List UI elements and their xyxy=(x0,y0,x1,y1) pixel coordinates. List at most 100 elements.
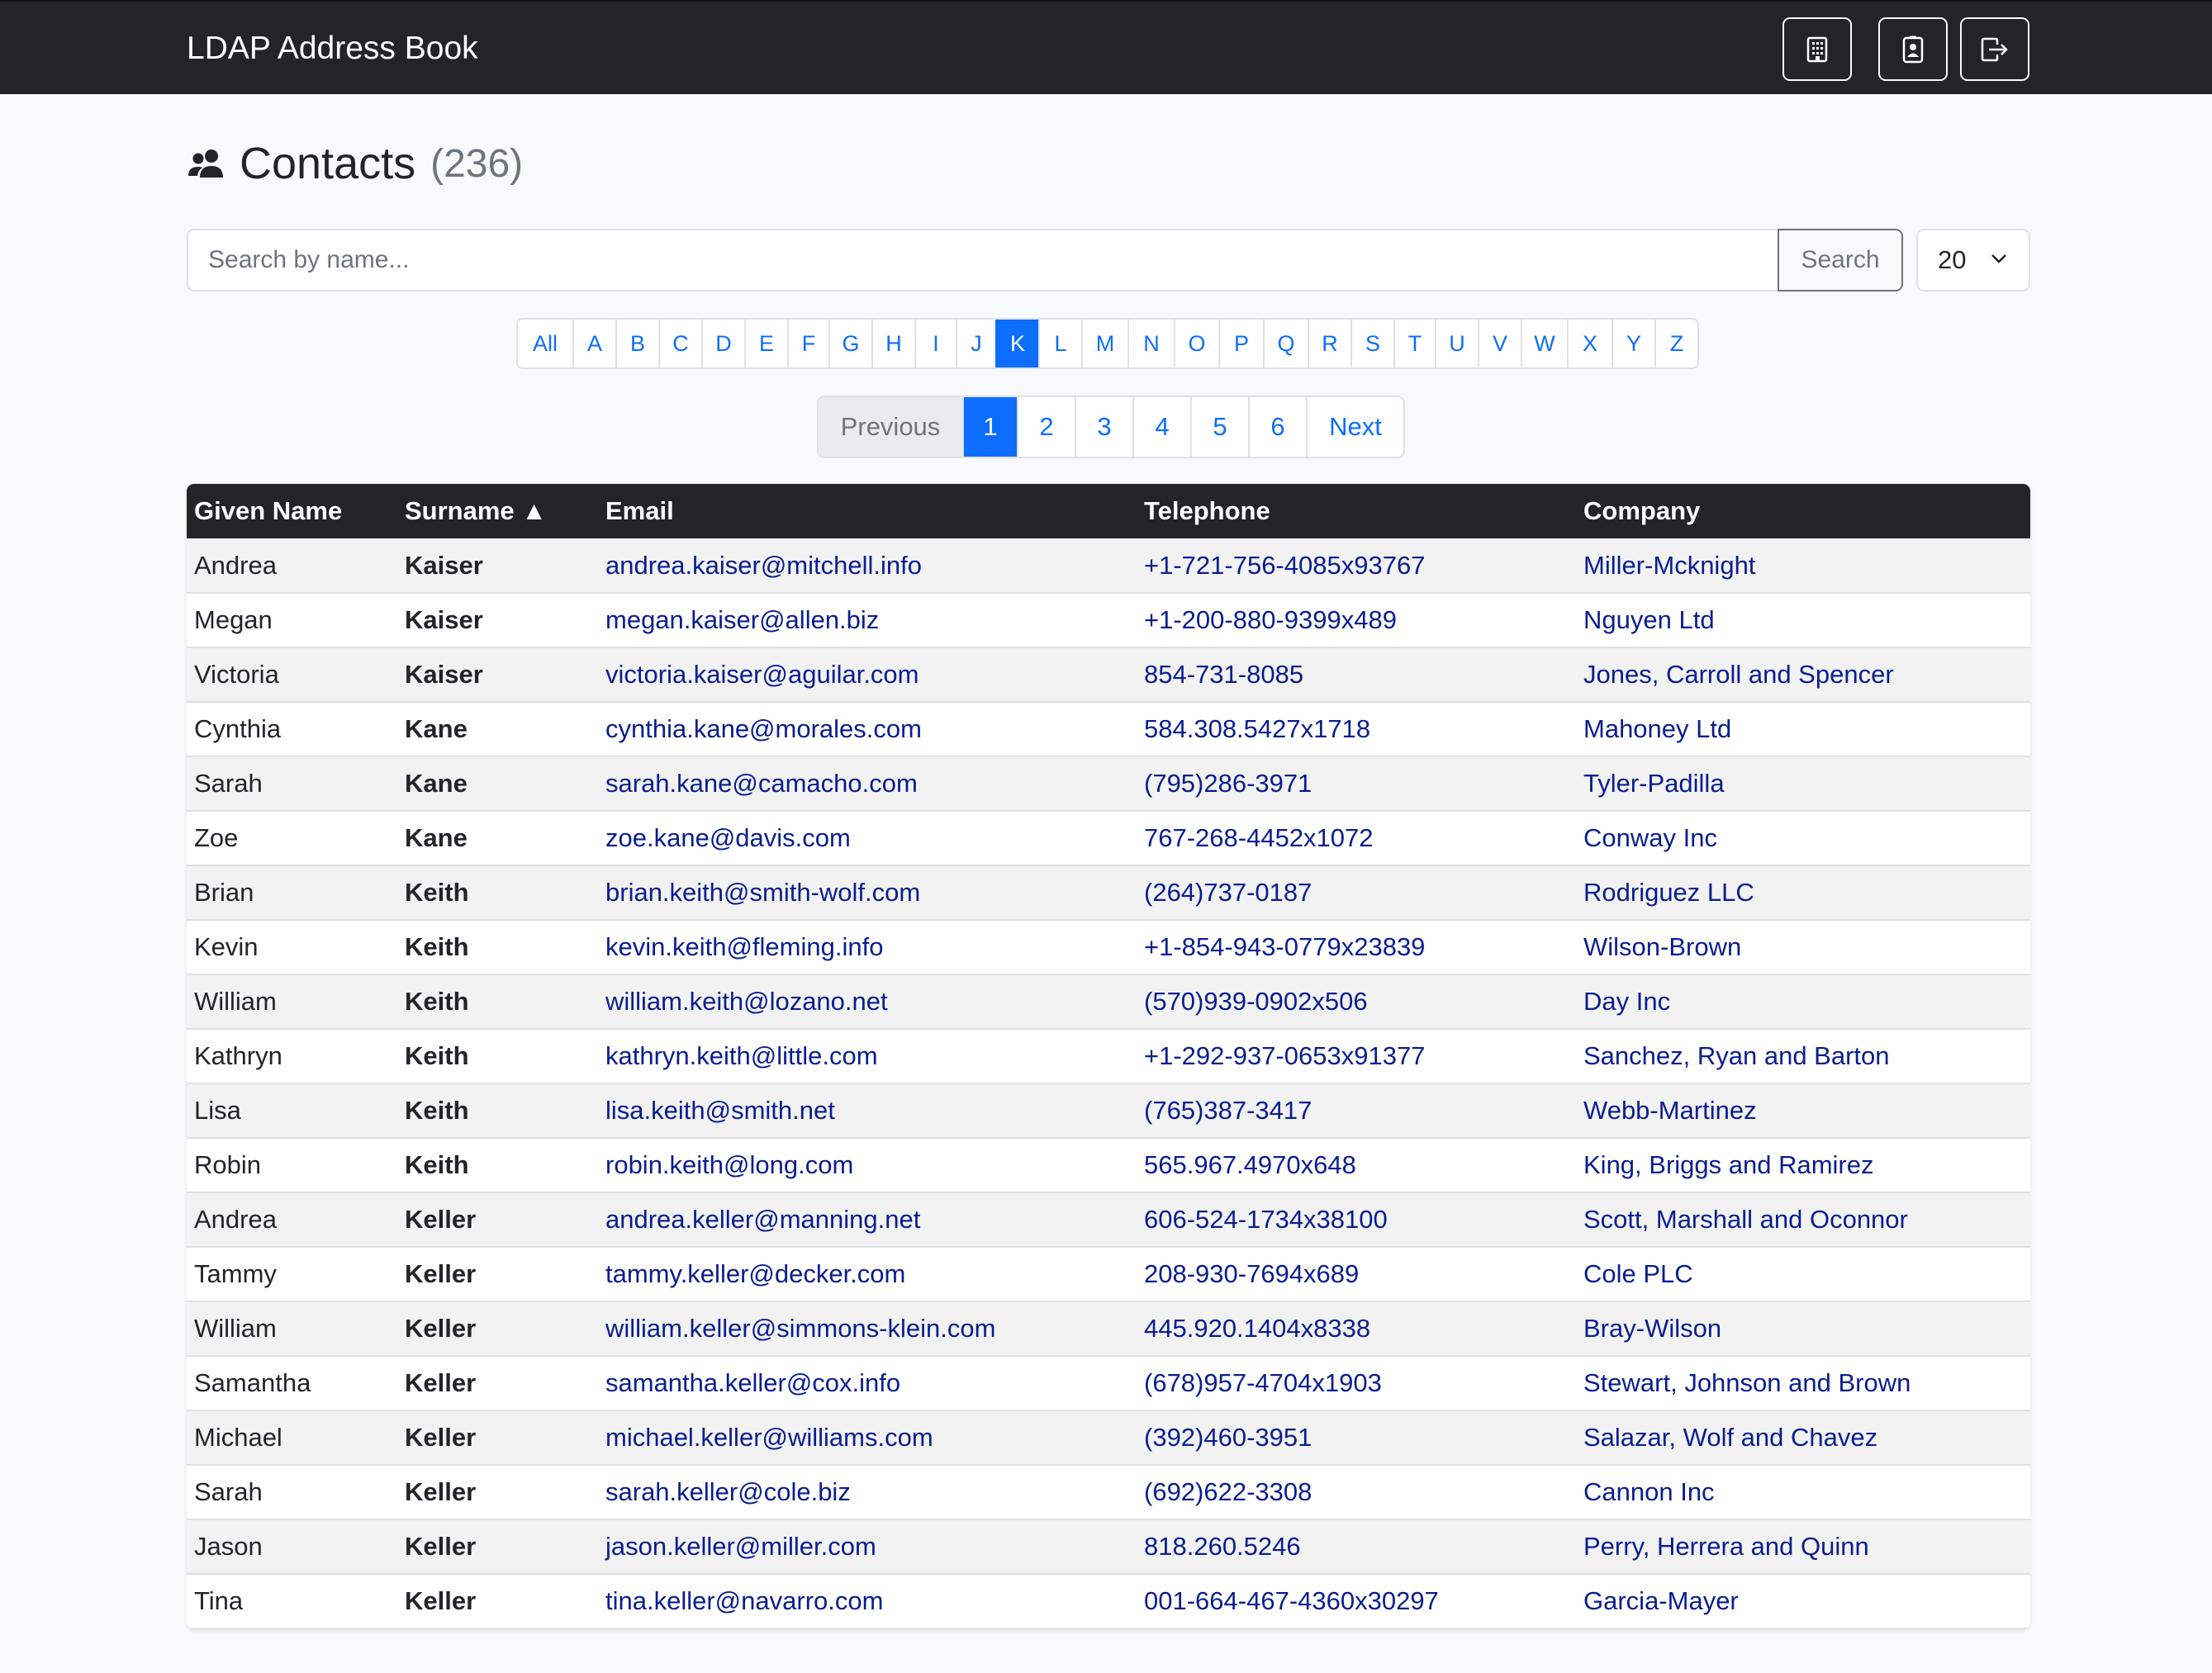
letter-filter-a[interactable]: A xyxy=(572,320,615,367)
email-link[interactable]: robin.keith@long.com xyxy=(598,1138,1137,1192)
telephone-link[interactable]: 208-930-7694x689 xyxy=(1137,1247,1576,1301)
search-button[interactable]: Search xyxy=(1778,229,1903,291)
letter-filter-j[interactable]: J xyxy=(956,320,995,367)
company-link[interactable]: Miller-Mcknight xyxy=(1576,538,2030,593)
letter-filter-e[interactable]: E xyxy=(744,320,787,367)
telephone-link[interactable]: +1-292-937-0653x91377 xyxy=(1137,1029,1576,1083)
email-link[interactable]: tammy.keller@decker.com xyxy=(598,1247,1137,1301)
email-link[interactable]: jason.keller@miller.com xyxy=(598,1519,1137,1574)
letter-filter-i[interactable]: I xyxy=(914,320,956,367)
company-link[interactable]: Bray-Wilson xyxy=(1576,1301,2030,1356)
telephone-link[interactable]: 584.308.5427x1718 xyxy=(1137,702,1576,756)
company-link[interactable]: Cole PLC xyxy=(1576,1247,2030,1301)
col-email[interactable]: Email xyxy=(598,484,1137,538)
letter-filter-w[interactable]: W xyxy=(1521,320,1567,367)
letter-filter-f[interactable]: F xyxy=(787,320,828,367)
telephone-link[interactable]: 001-664-467-4360x30297 xyxy=(1137,1574,1576,1628)
letter-filter-z[interactable]: Z xyxy=(1654,320,1697,367)
next-page-button[interactable]: Next xyxy=(1306,397,1403,457)
search-input[interactable] xyxy=(187,229,1778,291)
company-link[interactable]: Sanchez, Ryan and Barton xyxy=(1576,1029,2030,1083)
email-link[interactable]: andrea.keller@manning.net xyxy=(598,1192,1137,1247)
page-button-2[interactable]: 2 xyxy=(1017,397,1075,457)
telephone-link[interactable]: (264)737-0187 xyxy=(1137,865,1576,920)
company-link[interactable]: Scott, Marshall and Oconnor xyxy=(1576,1192,2030,1247)
email-link[interactable]: kathryn.keith@little.com xyxy=(598,1029,1137,1083)
telephone-link[interactable]: (392)460-3951 xyxy=(1137,1410,1576,1465)
email-link[interactable]: zoe.kane@davis.com xyxy=(598,811,1137,865)
company-link[interactable]: Stewart, Johnson and Brown xyxy=(1576,1356,2030,1410)
letter-filter-d[interactable]: D xyxy=(701,320,744,367)
telephone-link[interactable]: 565.967.4970x648 xyxy=(1137,1138,1576,1192)
letter-filter-k[interactable]: K xyxy=(995,320,1038,367)
telephone-link[interactable]: 818.260.5246 xyxy=(1137,1519,1576,1574)
page-button-3[interactable]: 3 xyxy=(1075,397,1132,457)
telephone-link[interactable]: +1-721-756-4085x93767 xyxy=(1137,538,1576,593)
company-link[interactable]: Wilson-Brown xyxy=(1576,920,2030,974)
page-button-1[interactable]: 1 xyxy=(962,397,1017,457)
company-link[interactable]: Conway Inc xyxy=(1576,811,2030,865)
company-link[interactable]: Perry, Herrera and Quinn xyxy=(1576,1519,2030,1574)
letter-filter-x[interactable]: X xyxy=(1567,320,1612,367)
telephone-link[interactable]: +1-200-880-9399x489 xyxy=(1137,593,1576,647)
telephone-link[interactable]: (765)387-3417 xyxy=(1137,1083,1576,1138)
email-link[interactable]: samantha.keller@cox.info xyxy=(598,1356,1137,1410)
company-link[interactable]: Mahoney Ltd xyxy=(1576,702,2030,756)
email-link[interactable]: brian.keith@smith-wolf.com xyxy=(598,865,1137,920)
per-page-select[interactable]: 20 xyxy=(1916,229,2030,291)
page-button-5[interactable]: 5 xyxy=(1190,397,1248,457)
col-given-name[interactable]: Given Name xyxy=(187,484,397,538)
letter-filter-m[interactable]: M xyxy=(1081,320,1127,367)
company-link[interactable]: Cannon Inc xyxy=(1576,1465,2030,1519)
col-surname[interactable]: Surname ▲ xyxy=(397,484,598,538)
brand-title[interactable]: LDAP Address Book xyxy=(187,30,478,68)
company-link[interactable]: Nguyen Ltd xyxy=(1576,593,2030,647)
letter-filter-h[interactable]: H xyxy=(871,320,914,367)
previous-page-button[interactable]: Previous xyxy=(819,397,962,457)
letter-filter-all[interactable]: All xyxy=(518,320,572,367)
letter-filter-g[interactable]: G xyxy=(828,320,871,367)
directory-button[interactable] xyxy=(1782,17,1852,81)
email-link[interactable]: william.keith@lozano.net xyxy=(598,974,1137,1029)
company-link[interactable]: Garcia-Mayer xyxy=(1576,1574,2030,1628)
letter-filter-r[interactable]: R xyxy=(1308,320,1350,367)
telephone-link[interactable]: (795)286-3971 xyxy=(1137,756,1576,811)
email-link[interactable]: william.keller@simmons-klein.com xyxy=(598,1301,1137,1356)
telephone-link[interactable]: 445.920.1404x8338 xyxy=(1137,1301,1576,1356)
company-link[interactable]: Salazar, Wolf and Chavez xyxy=(1576,1410,2030,1465)
letter-filter-b[interactable]: B xyxy=(615,320,658,367)
telephone-link[interactable]: +1-854-943-0779x23839 xyxy=(1137,920,1576,974)
company-link[interactable]: Rodriguez LLC xyxy=(1576,865,2030,920)
letter-filter-n[interactable]: N xyxy=(1127,320,1174,367)
col-telephone[interactable]: Telephone xyxy=(1137,484,1576,538)
letter-filter-o[interactable]: O xyxy=(1174,320,1218,367)
email-link[interactable]: tina.keller@navarro.com xyxy=(598,1574,1137,1628)
col-company[interactable]: Company xyxy=(1576,484,2030,538)
letter-filter-q[interactable]: Q xyxy=(1263,320,1308,367)
email-link[interactable]: cynthia.kane@morales.com xyxy=(598,702,1137,756)
profile-button[interactable] xyxy=(1878,17,1948,81)
letter-filter-u[interactable]: U xyxy=(1435,320,1478,367)
letter-filter-y[interactable]: Y xyxy=(1612,320,1654,367)
letter-filter-s[interactable]: S xyxy=(1350,320,1393,367)
letter-filter-l[interactable]: L xyxy=(1038,320,1081,367)
company-link[interactable]: Day Inc xyxy=(1576,974,2030,1029)
page-button-4[interactable]: 4 xyxy=(1132,397,1190,457)
telephone-link[interactable]: (570)939-0902x506 xyxy=(1137,974,1576,1029)
letter-filter-t[interactable]: T xyxy=(1393,320,1435,367)
logout-button[interactable] xyxy=(1960,17,2029,81)
email-link[interactable]: victoria.kaiser@aguilar.com xyxy=(598,647,1137,702)
email-link[interactable]: michael.keller@williams.com xyxy=(598,1410,1137,1465)
telephone-link[interactable]: 606-524-1734x38100 xyxy=(1137,1192,1576,1247)
email-link[interactable]: sarah.kane@camacho.com xyxy=(598,756,1137,811)
email-link[interactable]: megan.kaiser@allen.biz xyxy=(598,593,1137,647)
telephone-link[interactable]: (678)957-4704x1903 xyxy=(1137,1356,1576,1410)
page-button-6[interactable]: 6 xyxy=(1248,397,1306,457)
email-link[interactable]: lisa.keith@smith.net xyxy=(598,1083,1137,1138)
telephone-link[interactable]: 854-731-8085 xyxy=(1137,647,1576,702)
email-link[interactable]: sarah.keller@cole.biz xyxy=(598,1465,1137,1519)
email-link[interactable]: kevin.keith@fleming.info xyxy=(598,920,1137,974)
telephone-link[interactable]: 767-268-4452x1072 xyxy=(1137,811,1576,865)
company-link[interactable]: King, Briggs and Ramirez xyxy=(1576,1138,2030,1192)
letter-filter-p[interactable]: P xyxy=(1218,320,1263,367)
